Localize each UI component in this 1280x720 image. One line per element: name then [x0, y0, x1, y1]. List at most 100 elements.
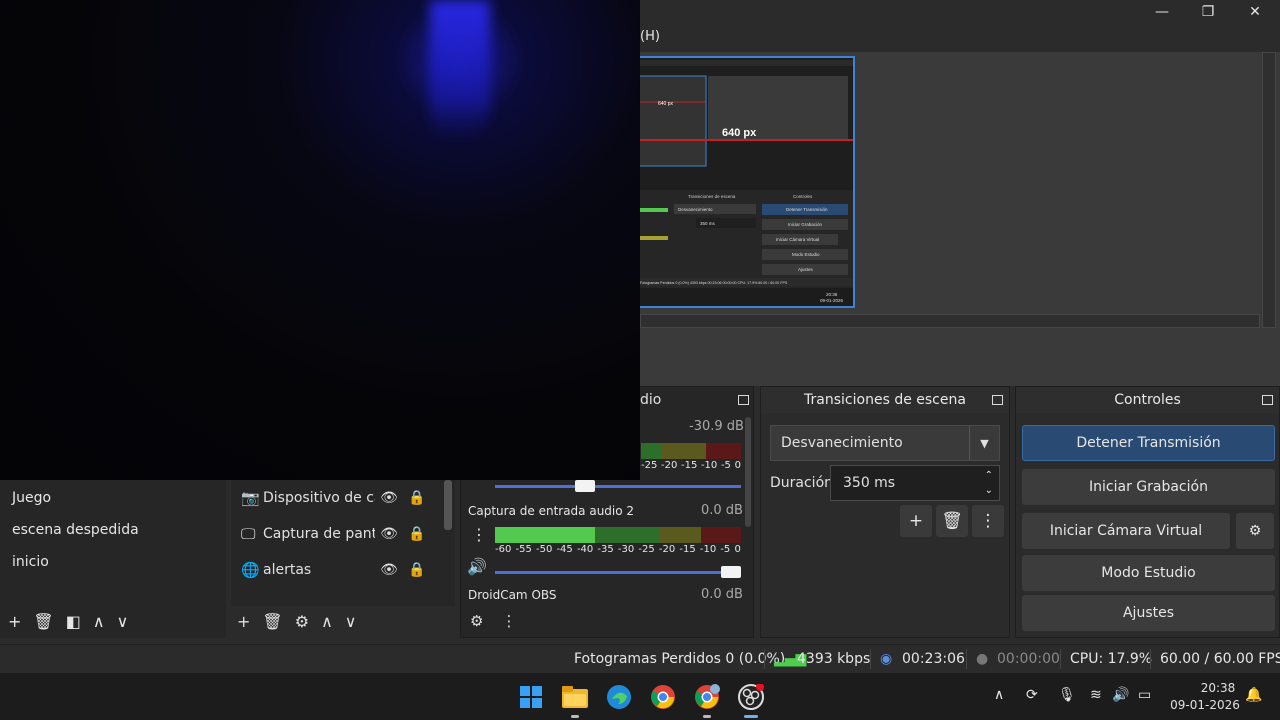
add-source-icon[interactable]: +: [237, 612, 250, 631]
svg-text:Detener Transmisión: Detener Transmisión: [786, 207, 828, 212]
audio-channel-db: -30.9 dB: [689, 419, 744, 434]
svg-text:Controles: Controles: [793, 194, 813, 199]
sources-toolbar: + 🗑 ⚙ ∧ ∨: [231, 606, 455, 636]
speaker-icon[interactable]: 🔊: [467, 557, 487, 576]
duration-value: 350 ms: [843, 475, 896, 491]
audio-scrollbar[interactable]: [745, 417, 751, 527]
preview-size-label: 640 px: [722, 127, 757, 139]
audio-undock-icon[interactable]: [738, 395, 749, 405]
preview-vertical-scrollbar[interactable]: [1262, 52, 1276, 328]
menu-help[interactable]: (H): [640, 29, 660, 44]
source-item[interactable]: 🌐 alertas 👁 🔒: [231, 552, 455, 588]
sources-scrollbar[interactable]: [444, 480, 452, 530]
start-recording-button[interactable]: Iniciar Grabación: [1022, 469, 1275, 505]
transition-toolbar: + 🗑 ⋮: [900, 505, 1004, 537]
scene-item[interactable]: inicio: [0, 546, 226, 578]
visibility-eye-icon[interactable]: 👁: [375, 526, 403, 542]
clock-date[interactable]: 09-01-2026: [1170, 698, 1240, 712]
chevron-up-icon[interactable]: ⌃: [985, 468, 993, 483]
maximize-button[interactable]: ❐: [1185, 0, 1231, 24]
windows-start-icon[interactable]: [517, 683, 545, 711]
volume-slider-knob[interactable]: [721, 566, 741, 578]
camera-preview-overlay: [0, 0, 640, 480]
chrome-icon[interactable]: [649, 683, 677, 711]
volume-slider[interactable]: [495, 566, 741, 578]
notifications-icon[interactable]: 🔔: [1245, 687, 1262, 703]
browser-icon: 🌐: [241, 561, 260, 579]
volume-slider[interactable]: [495, 480, 741, 492]
undock-icon[interactable]: [1262, 395, 1273, 405]
sources-list: 📷 Dispositivo de captura de video 👁 🔒 🖵 …: [231, 480, 455, 606]
transition-select-value: Desvanecimiento: [781, 435, 903, 451]
chevron-up-icon[interactable]: ∧: [994, 687, 1004, 703]
duration-spinner[interactable]: ⌃ ⌄: [985, 468, 993, 498]
visibility-eye-icon[interactable]: 👁: [375, 490, 403, 506]
chevron-down-icon[interactable]: ⌄: [985, 483, 993, 498]
add-transition-button[interactable]: +: [900, 505, 932, 537]
minimize-button[interactable]: —: [1139, 0, 1185, 24]
windows-taskbar: ∧ ⟳ 🎙 ≋ 🔊 ▭ 20:38 09-01-2026 🔔: [0, 672, 1280, 720]
chrome-profile-icon[interactable]: [693, 683, 721, 711]
transition-menu-button[interactable]: ⋮: [972, 505, 1004, 537]
scene-item[interactable]: Juego: [0, 482, 226, 514]
scene-filter-icon[interactable]: ◧: [66, 612, 81, 631]
virtual-camera-settings-gear-icon[interactable]: ⚙: [1236, 513, 1274, 549]
audio-mixer-title: dio: [640, 392, 662, 408]
close-button[interactable]: ✕: [1232, 0, 1278, 24]
microphone-icon[interactable]: 🎙: [1058, 687, 1076, 703]
edge-browser-icon[interactable]: [605, 683, 633, 711]
move-down-icon[interactable]: ∨: [345, 612, 357, 631]
bitrate: 4393 kbps: [797, 651, 871, 667]
audio-toolbar: ⚙ ⋮: [460, 606, 754, 636]
source-item[interactable]: 🖵 Captura de pantalla 👁 🔒: [231, 516, 455, 552]
svg-text:Ajustes: Ajustes: [798, 267, 814, 272]
studio-mode-button[interactable]: Modo Estudio: [1022, 555, 1275, 591]
preview-canvas[interactable]: 640 px 640 px Transiciones de escena Con…: [636, 56, 855, 308]
lock-icon[interactable]: 🔒: [403, 562, 431, 578]
sync-icon[interactable]: ⟳: [1026, 687, 1038, 703]
wifi-icon[interactable]: ≋: [1090, 687, 1102, 703]
source-item[interactable]: 📷 Dispositivo de captura de video 👁 🔒: [231, 480, 455, 516]
clock-time[interactable]: 20:38: [1196, 681, 1240, 695]
lock-icon[interactable]: 🔒: [403, 526, 431, 542]
move-up-icon[interactable]: ∧: [321, 612, 333, 631]
audio-meter-ticks: -25 -20 -15 -10 -5 0: [641, 460, 741, 471]
streaming-icon: ◉: [880, 651, 893, 667]
lock-icon[interactable]: 🔒: [403, 490, 431, 506]
kebab-menu-icon[interactable]: ⋮: [471, 525, 487, 544]
duration-input[interactable]: 350 ms ⌃ ⌄: [830, 465, 1000, 501]
visibility-eye-icon[interactable]: 👁: [375, 562, 403, 578]
preview-horizontal-scrollbar[interactable]: [640, 314, 1260, 328]
controls-dock: Controles Detener Transmisión Iniciar Gr…: [1015, 386, 1280, 638]
move-down-icon[interactable]: ∨: [117, 612, 129, 631]
remove-transition-button[interactable]: 🗑: [936, 505, 968, 537]
start-virtual-camera-button[interactable]: Iniciar Cámara Virtual: [1022, 513, 1230, 549]
svg-text:Modo Estudio: Modo Estudio: [792, 252, 820, 257]
camera-icon: 📷: [241, 489, 260, 507]
volume-icon[interactable]: 🔊: [1112, 687, 1129, 703]
undock-icon[interactable]: [992, 395, 1003, 405]
file-explorer-icon[interactable]: [561, 683, 589, 711]
audio-channel-db: 0.0 dB: [701, 587, 743, 602]
audio-channel-name: DroidCam OBS: [468, 588, 557, 602]
remove-scene-icon[interactable]: 🗑: [33, 612, 53, 631]
stop-stream-button[interactable]: Detener Transmisión: [1022, 425, 1275, 461]
chevron-down-icon[interactable]: ▼: [969, 426, 999, 460]
scene-item[interactable]: escena despedida: [0, 514, 226, 546]
transition-select[interactable]: Desvanecimiento ▼: [770, 425, 1000, 461]
volume-slider-knob[interactable]: [575, 480, 595, 492]
audio-channel-db: 0.0 dB: [701, 503, 743, 518]
obs-studio-icon[interactable]: [737, 683, 765, 711]
audio-settings-icon[interactable]: ⚙: [470, 612, 483, 630]
settings-button[interactable]: Ajustes: [1022, 595, 1275, 631]
fps-readout: 60.00 / 60.00 FPS: [1160, 651, 1280, 667]
remove-source-icon[interactable]: 🗑: [262, 612, 282, 631]
battery-icon[interactable]: ▭: [1138, 687, 1151, 703]
audio-menu-icon[interactable]: ⋮: [501, 612, 516, 630]
add-scene-icon[interactable]: +: [8, 612, 21, 631]
source-label: Dispositivo de captura de video: [263, 490, 375, 506]
move-up-icon[interactable]: ∧: [93, 612, 105, 631]
source-settings-gear-icon[interactable]: ⚙: [295, 612, 309, 631]
svg-text:20:38: 20:38: [826, 292, 838, 297]
transitions-title: Transiciones de escena: [804, 392, 966, 408]
